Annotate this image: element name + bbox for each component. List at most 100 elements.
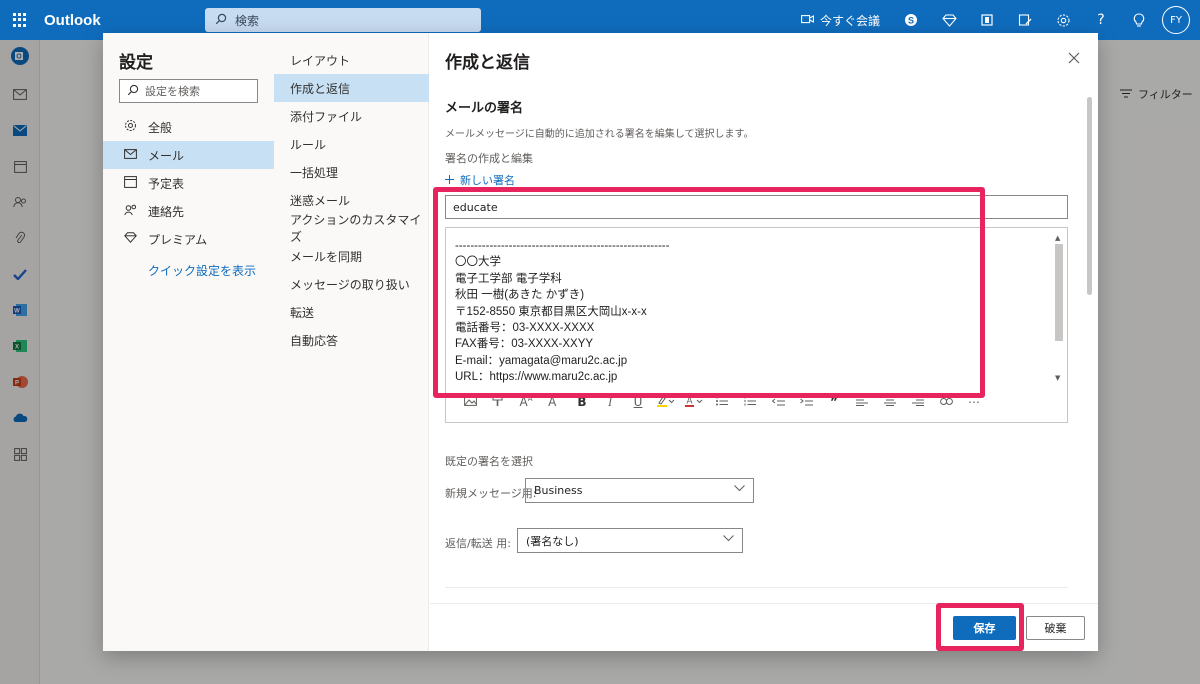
scroll-up-arrow-icon[interactable]: ▲ xyxy=(1055,234,1060,242)
bold-icon[interactable]: B xyxy=(568,395,596,409)
subsection-sync-email[interactable]: メールを同期 xyxy=(274,242,429,270)
meet-now-button[interactable]: 今すぐ会議 xyxy=(789,12,892,29)
scroll-down-arrow-icon[interactable]: ▼ xyxy=(1055,374,1060,382)
link-icon[interactable] xyxy=(932,395,960,409)
reply-forward-label: 返信/転送 用: xyxy=(445,537,511,550)
video-icon xyxy=(801,13,814,27)
align-left-icon[interactable] xyxy=(848,395,876,409)
panel-title: 作成と返信 xyxy=(445,53,530,73)
svg-text:A: A xyxy=(686,395,692,405)
new-signature-button[interactable]: 新しい署名 xyxy=(445,172,515,188)
diamond-icon xyxy=(121,232,139,246)
signature-body[interactable]: ----------------------------------------… xyxy=(455,238,1055,386)
create-edit-label: 署名の作成と編集 xyxy=(445,152,533,165)
calendar-icon xyxy=(121,175,139,191)
signature-line: ----------------------------------------… xyxy=(455,240,670,252)
signature-line: FAX番号：03-XXXX-XXYY xyxy=(455,338,594,351)
underline-icon[interactable]: U xyxy=(624,395,652,409)
signature-section-title: メールの署名 xyxy=(445,101,524,116)
format-painter-icon[interactable] xyxy=(484,395,512,410)
top-search-input[interactable]: 検索 xyxy=(205,8,481,32)
mail-subsection-pane: レイアウト 作成と返信 添付ファイル ルール 一括処理 迷惑メール アクションの… xyxy=(274,33,429,651)
svg-text:S: S xyxy=(908,16,914,26)
signature-line: 秋田 一樹(あきた かずき) xyxy=(455,289,585,302)
quick-settings-link[interactable]: クイック設定を表示 xyxy=(148,262,256,279)
subsection-automatic-replies[interactable]: 自動応答 xyxy=(274,326,429,354)
signature-line: 〇〇大学 xyxy=(455,256,501,269)
editor-scrollbar[interactable]: ▲ ▼ xyxy=(1053,234,1065,384)
search-icon xyxy=(215,13,227,28)
new-message-signature-select[interactable]: Business xyxy=(525,478,754,503)
font-size-increase-icon[interactable]: AA xyxy=(512,395,540,409)
plus-icon xyxy=(445,174,454,187)
subsection-layout[interactable]: レイアウト xyxy=(274,46,429,74)
decrease-indent-icon[interactable] xyxy=(764,395,792,409)
gear-icon xyxy=(121,119,139,135)
app-launcher-icon[interactable] xyxy=(0,0,40,40)
mail-icon xyxy=(121,148,139,162)
top-search-placeholder: 検索 xyxy=(235,13,260,28)
divider xyxy=(445,587,1068,588)
reply-forward-signature-value: (署名なし) xyxy=(526,534,579,548)
category-label: 予定表 xyxy=(148,176,185,191)
signature-line: E-mail：yamagata@maru2c.ac.jp xyxy=(455,354,628,367)
reply-forward-signature-select[interactable]: (署名なし) xyxy=(517,528,743,553)
category-general[interactable]: 全般 xyxy=(103,113,274,141)
save-button[interactable]: 保存 xyxy=(953,616,1016,640)
category-label: 全般 xyxy=(148,120,173,135)
subsection-message-handling[interactable]: メッセージの取り扱い xyxy=(274,270,429,298)
close-icon[interactable] xyxy=(1068,49,1080,68)
subsection-sweep[interactable]: 一括処理 xyxy=(274,158,429,186)
signature-description: メールメッセージに自動的に追加される署名を編集して選択します。 xyxy=(445,129,754,140)
more-options-icon[interactable]: ⋯ xyxy=(960,395,988,409)
subsection-compose-reply[interactable]: 作成と返信 xyxy=(274,74,429,102)
category-calendar[interactable]: 予定表 xyxy=(103,169,274,197)
subsection-forwarding[interactable]: 転送 xyxy=(274,298,429,326)
numbering-icon[interactable] xyxy=(736,395,764,409)
editor-scrollbar-thumb[interactable] xyxy=(1055,244,1063,341)
insert-image-icon[interactable] xyxy=(456,395,484,409)
settings-categories-pane: 設定 設定を検索 全般 メール 予定表 連絡先 プレミアム クイック設定を表示 xyxy=(103,33,274,651)
subsection-attachments[interactable]: 添付ファイル xyxy=(274,102,429,130)
align-right-icon[interactable] xyxy=(904,395,932,409)
font-size-decrease-icon[interactable]: Aˇ xyxy=(540,395,568,409)
category-label: プレミアム xyxy=(148,232,208,247)
subsection-junk[interactable]: 迷惑メール xyxy=(274,186,429,214)
settings-dialog: 設定 設定を検索 全般 メール 予定表 連絡先 プレミアム クイック設定を表示 … xyxy=(103,33,1098,651)
avatar[interactable]: FY xyxy=(1162,6,1190,34)
quote-icon[interactable]: ” xyxy=(820,395,848,409)
signature-line: 電話番号：03-XXXX-XXXX xyxy=(455,322,595,335)
signature-editor[interactable]: ----------------------------------------… xyxy=(445,227,1068,423)
align-center-icon[interactable] xyxy=(876,395,904,409)
category-label: 連絡先 xyxy=(148,204,185,219)
settings-search-input[interactable]: 設定を検索 xyxy=(119,79,258,103)
new-message-label: 新規メッセージ用: xyxy=(445,487,537,500)
chevron-down-icon xyxy=(734,484,745,495)
search-icon xyxy=(127,84,139,99)
meet-now-label: 今すぐ会議 xyxy=(819,13,880,28)
category-mail[interactable]: メール xyxy=(103,141,274,169)
signature-line: 〒152-8550 東京都目黒区大岡山x-x-x xyxy=(455,305,647,318)
italic-icon[interactable]: I xyxy=(596,395,624,410)
signature-line: URL：https://www.maru2c.ac.jp xyxy=(455,371,618,384)
category-label: メール xyxy=(148,148,185,163)
category-premium[interactable]: プレミアム xyxy=(103,225,274,253)
app-name[interactable]: Outlook xyxy=(44,12,204,29)
default-signature-label: 既定の署名を選択 xyxy=(445,455,533,468)
new-message-signature-value: Business xyxy=(534,484,583,497)
bullets-icon[interactable] xyxy=(708,395,736,409)
format-toolbar: AA Aˇ B I U A ” ⋯ xyxy=(456,392,988,412)
subsection-customize-actions[interactable]: アクションのカスタマイズ xyxy=(274,213,429,244)
chevron-down-icon xyxy=(723,534,734,545)
panel-scrollbar[interactable] xyxy=(1085,85,1095,599)
panel-scrollbar-thumb[interactable] xyxy=(1087,97,1092,295)
font-color-icon[interactable]: A xyxy=(680,395,708,410)
compose-reply-panel: 作成と返信 メールの署名 メールメッセージに自動的に追加される署名を編集して選択… xyxy=(430,33,1098,651)
tips-lightbulb-icon[interactable] xyxy=(1120,0,1158,40)
category-people[interactable]: 連絡先 xyxy=(103,197,274,225)
increase-indent-icon[interactable] xyxy=(792,395,820,409)
highlight-icon[interactable] xyxy=(652,395,680,410)
subsection-rules[interactable]: ルール xyxy=(274,130,429,158)
discard-button[interactable]: 破棄 xyxy=(1026,616,1085,640)
signature-name-input[interactable]: educate xyxy=(445,195,1068,219)
